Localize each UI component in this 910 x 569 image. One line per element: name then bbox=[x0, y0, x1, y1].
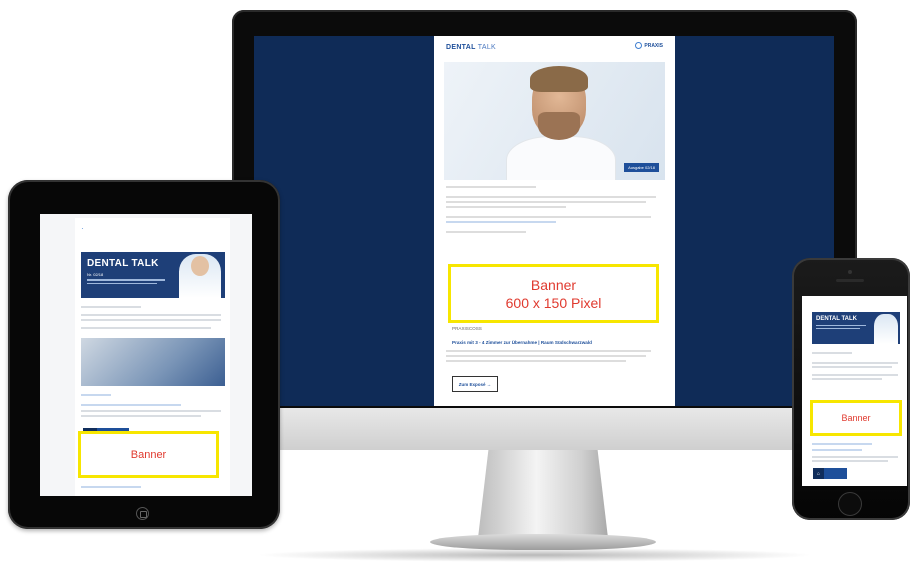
home-icon: ⌂ bbox=[813, 468, 824, 479]
tablet-issue: Nr. 02/18 bbox=[87, 272, 104, 277]
dentist-figure bbox=[506, 136, 616, 180]
text-line bbox=[81, 327, 211, 329]
newsletter-hero-image: Ausgabe 02/18 bbox=[444, 62, 665, 180]
text-line bbox=[812, 362, 898, 364]
text-line bbox=[81, 314, 221, 316]
newsletter-brand: DENTAL TALK bbox=[446, 44, 496, 51]
text-line bbox=[812, 352, 852, 354]
text-line bbox=[81, 306, 141, 308]
phone-subline bbox=[816, 325, 871, 329]
newsletter-header: DENTAL TALK PRAXIS bbox=[434, 36, 675, 62]
monitor-foot bbox=[430, 534, 656, 550]
text-line bbox=[812, 366, 892, 368]
phone-speaker bbox=[836, 279, 864, 282]
listing-description bbox=[446, 350, 661, 362]
text-line bbox=[81, 410, 221, 412]
text-line bbox=[812, 443, 872, 445]
banner-size: 600 x 150 Pixel bbox=[505, 294, 602, 311]
monitor-shadow bbox=[255, 548, 815, 562]
phone-hero: DENTAL TALK bbox=[812, 312, 900, 344]
desktop-newsletter: DENTAL TALK PRAXIS Ausgabe 02/18 PRAXISC… bbox=[434, 36, 675, 406]
tablet-subline bbox=[87, 279, 167, 284]
text-line bbox=[812, 374, 898, 376]
phone-banner[interactable]: Banner bbox=[810, 400, 902, 436]
text-line bbox=[81, 415, 201, 417]
tablet-home-button[interactable] bbox=[136, 507, 149, 520]
monitor-stand bbox=[478, 450, 608, 538]
phone-cta-button[interactable]: ⌂ bbox=[813, 468, 847, 479]
text-line bbox=[81, 394, 111, 396]
banner-label: Banner bbox=[530, 276, 577, 293]
banner-label: Banner bbox=[130, 448, 167, 461]
tablet-hero: DENTAL TALK Nr. 02/18 bbox=[81, 252, 225, 298]
text-line bbox=[81, 486, 141, 488]
praxis-logo: PRAXIS bbox=[635, 42, 663, 49]
dentist-hair bbox=[530, 66, 588, 92]
tablet-banner[interactable]: Banner bbox=[78, 431, 219, 478]
text-line bbox=[81, 404, 181, 406]
expose-button[interactable]: Zum Exposé → bbox=[452, 376, 498, 392]
banner-label: Banner bbox=[841, 413, 871, 423]
tablet-logo-icon: ◔ bbox=[81, 226, 84, 231]
phone-headline: DENTAL TALK bbox=[816, 316, 857, 322]
monitor-chin bbox=[232, 408, 857, 450]
text-line bbox=[81, 319, 221, 321]
desktop-banner[interactable]: Banner 600 x 150 Pixel bbox=[448, 264, 659, 323]
phone-home-button[interactable] bbox=[838, 492, 862, 516]
issue-tag: Ausgabe 02/18 bbox=[624, 163, 659, 172]
text-line bbox=[812, 449, 862, 451]
section-label: PRAXISCOSS bbox=[452, 326, 482, 331]
text-line bbox=[812, 460, 888, 462]
text-line bbox=[812, 378, 882, 380]
dentist-beard bbox=[538, 112, 580, 140]
praxis-logo-icon bbox=[635, 42, 643, 49]
assistant-face bbox=[191, 256, 209, 276]
tablet-headline: DENTAL TALK bbox=[87, 258, 159, 269]
body-text-placeholder bbox=[446, 186, 661, 233]
listing-title[interactable]: Praxis mit 3 - 4 Zimmer zur Übernahme | … bbox=[452, 340, 657, 345]
text-line bbox=[812, 456, 898, 458]
assistant-figure bbox=[874, 314, 898, 344]
phone-camera bbox=[848, 270, 852, 274]
dental-chair-image bbox=[81, 338, 225, 386]
